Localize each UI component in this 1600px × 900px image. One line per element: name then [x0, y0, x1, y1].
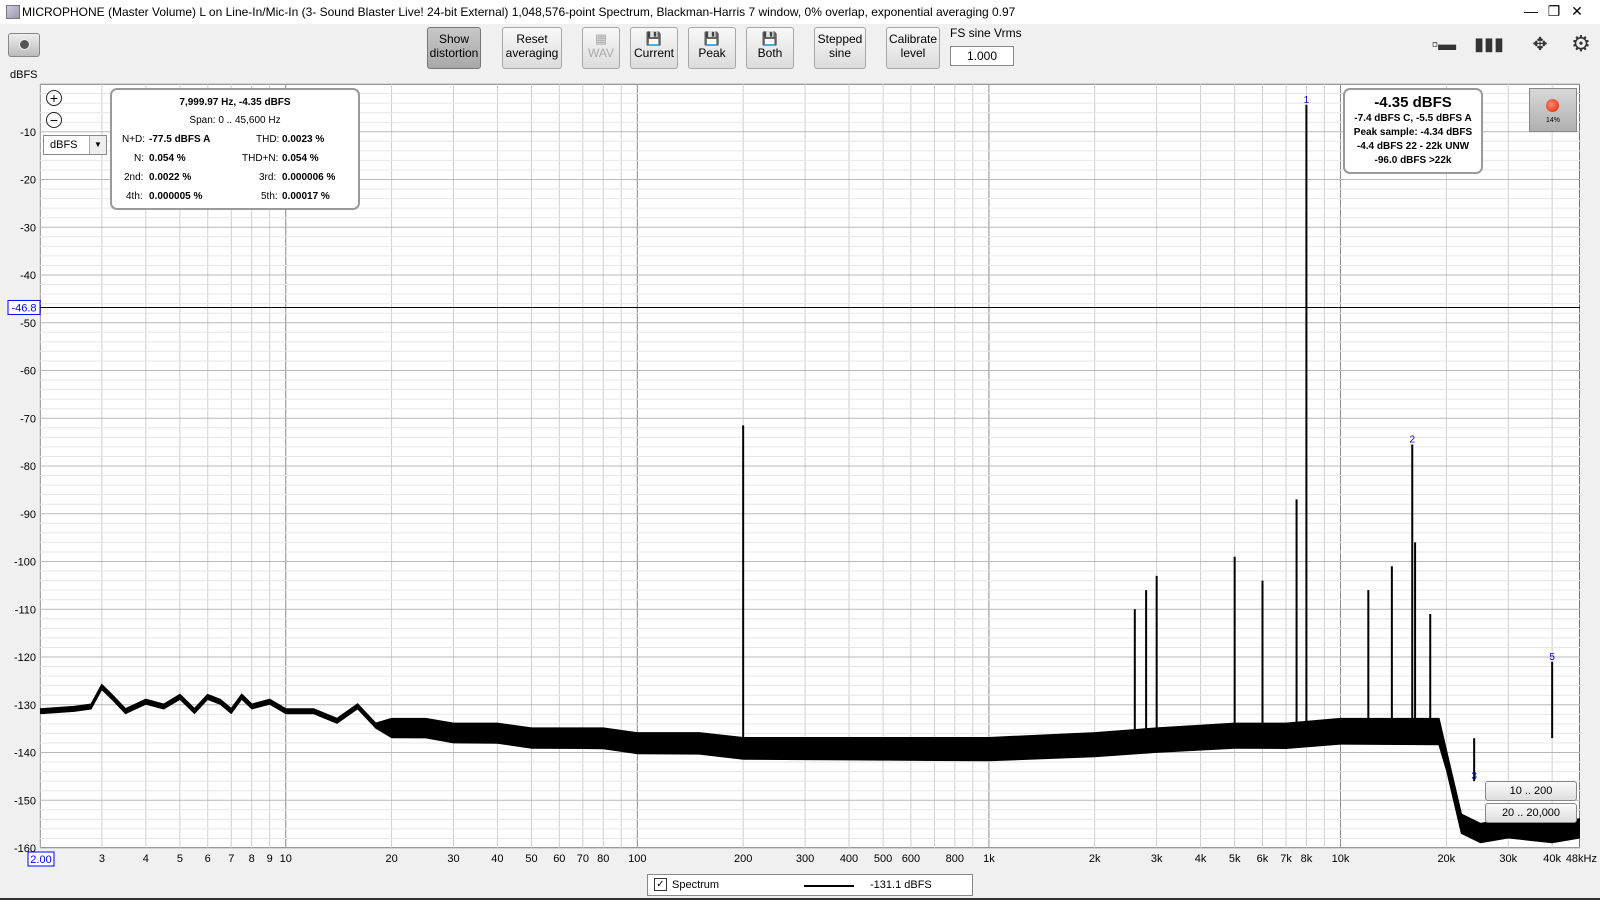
level-above-22k: -96.0 dBFS >22k [1374, 155, 1452, 166]
x-tick-label: 2k [1089, 853, 1101, 865]
x-tick-label: 600 [902, 853, 920, 865]
thd-label: THD: [256, 134, 280, 145]
thdn-value: 0.054 % [282, 153, 319, 164]
record-percent: 14% [1545, 117, 1560, 124]
record-icon [1546, 99, 1559, 112]
y-tick-label: -100 [14, 557, 36, 569]
y-tick-label: -70 [20, 413, 36, 425]
h2-label: 2nd: [124, 172, 144, 183]
thd-value: 0.0023 % [282, 134, 325, 145]
y-tick-label: -40 [20, 270, 36, 282]
legend-series-name: Spectrum [672, 879, 720, 891]
x-tick-label: 500 [874, 853, 892, 865]
cursor-line: -46.8 [7, 299, 1580, 315]
x-tick-label: 80 [597, 853, 609, 865]
x-tick-label: 20 [385, 853, 397, 865]
h3-label: 3rd: [259, 172, 277, 183]
x-tick-label: 50 [525, 853, 537, 865]
h4-label: 4th: [126, 191, 143, 202]
x-tick-label: 4k [1195, 853, 1207, 865]
x-tick-label: 5 [177, 853, 183, 865]
h3-value: 0.000006 % [282, 172, 336, 183]
legend-series-value: -131.1 dBFS [870, 879, 932, 891]
x-tick-label: 30k [1499, 853, 1517, 865]
x-tick-label: 6 [205, 853, 211, 865]
harmonic-marker: 1 [1304, 95, 1310, 106]
y-tick-label: -140 [14, 748, 36, 760]
x-tick-label: 800 [946, 853, 964, 865]
nd-label: N+D: [122, 134, 146, 145]
h5-value: 0.00017 % [282, 191, 330, 202]
x-tick-label: 60 [553, 853, 565, 865]
x-tick-label: 30 [447, 853, 459, 865]
x-tick-label: 5k [1229, 853, 1241, 865]
x-tick-label: 6k [1257, 853, 1269, 865]
x-tick-label: 40k [1543, 853, 1561, 865]
x-tick-label: 3k [1151, 853, 1163, 865]
y-tick-label: -10 [20, 127, 36, 139]
x-start-label: 2.00 [30, 854, 51, 866]
zoom-out-icon[interactable]: − [46, 112, 62, 128]
x-tick-label: 7 [228, 853, 234, 865]
n-value: 0.054 % [149, 153, 186, 164]
h2-value: 0.0022 % [149, 172, 192, 183]
y-tick-label: -20 [20, 175, 36, 187]
harmonic-marker: 5 [1549, 652, 1555, 663]
cursor-level-label: -46.8 [11, 302, 36, 314]
x-tick-label: 7k [1280, 853, 1292, 865]
harmonic-marker: 2 [1409, 435, 1415, 446]
level-weighted: -7.4 dBFS C, -5.5 dBFS A [1354, 113, 1472, 124]
span-readout: Span: 0 .. 45,600 Hz [189, 115, 281, 126]
x-tick-label: 9 [267, 853, 273, 865]
n-label: N: [134, 153, 144, 164]
x-tick-label: 100 [628, 853, 646, 865]
chevron-down-icon: ▼ [89, 136, 106, 154]
thdn-label: THD+N: [242, 153, 279, 164]
x-tick-label: 8k [1301, 853, 1313, 865]
nd-value: -77.5 dBFS A [149, 134, 211, 145]
y-tick-label: -90 [20, 509, 36, 521]
level-readout-box: -4.35 dBFS -7.4 dBFS C, -5.5 dBFS A Peak… [1343, 88, 1483, 174]
zoom-in-icon[interactable]: + [46, 90, 62, 106]
level-peak-sample: Peak sample: -4.34 dBFS [1353, 127, 1473, 138]
x-tick-label: 70 [577, 853, 589, 865]
y-tick-label: -120 [14, 652, 36, 664]
legend-line-swatch [804, 885, 854, 887]
x-tick-label: 400 [840, 853, 858, 865]
x-tick-label: 40 [491, 853, 503, 865]
x-tick-label: 300 [796, 853, 814, 865]
x-tick-label: 10 [280, 853, 292, 865]
x-tick-label: 200 [734, 853, 752, 865]
level-unweighted: -4.4 dBFS 22 - 22k UNW [1356, 141, 1470, 152]
y-tick-label: -130 [14, 700, 36, 712]
cursor-readout: 7,999.97 Hz, -4.35 dBFS [179, 97, 291, 108]
x-tick-label: 1k [983, 853, 995, 865]
x-tick-label: 8 [249, 853, 255, 865]
level-main: -4.35 dBFS [1374, 94, 1452, 111]
range-10-200-button[interactable]: 10 .. 200 [1485, 781, 1577, 801]
harmonic-marker: 3 [1471, 771, 1477, 782]
x-end-label: 48kHz [1566, 853, 1597, 865]
y-tick-label: -60 [20, 366, 36, 378]
y-tick-label: -80 [20, 461, 36, 473]
y-tick-label: -30 [20, 222, 36, 234]
spectrum-checkbox[interactable]: ✓ [654, 878, 667, 891]
legend: ✓ Spectrum -131.1 dBFS [647, 874, 973, 896]
record-button[interactable]: 14% [1529, 88, 1577, 132]
peaks: 1 2 3 5 [742, 95, 1555, 782]
y-tick-label: -110 [15, 604, 36, 616]
y-tick-label: -50 [20, 318, 36, 330]
x-tick-label: 3 [99, 853, 105, 865]
unit-select[interactable]: dBFS ▼ [43, 135, 107, 155]
distortion-info-box: 7,999.97 Hz, -4.35 dBFS Span: 0 .. 45,60… [110, 88, 360, 210]
h5-label: 5th: [261, 191, 278, 202]
x-tick-label: 20k [1437, 853, 1455, 865]
x-tick-label: 10k [1332, 853, 1350, 865]
range-20-20000-button[interactable]: 20 .. 20,000 [1485, 803, 1577, 823]
x-tick-label: 4 [143, 853, 149, 865]
h4-value: 0.000005 % [149, 191, 203, 202]
y-tick-label: -150 [14, 795, 36, 807]
